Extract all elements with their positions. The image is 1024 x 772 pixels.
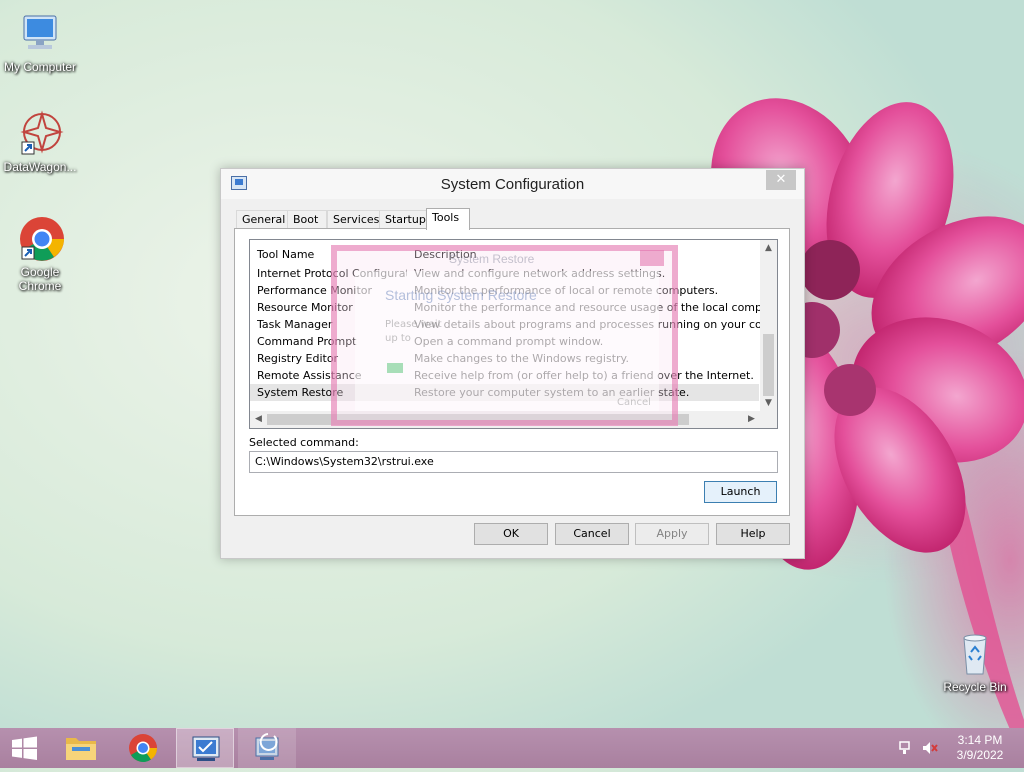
window-title: System Configuration [440,176,585,193]
tool-description: Monitor the performance and resource usa… [414,301,778,314]
tool-description: View details about programs and processe… [414,318,778,331]
list-item-selected[interactable]: System Restore Restore your computer sys… [250,384,759,401]
tool-name: Performance Monitor [257,284,373,297]
tool-name: Resource Monitor [257,301,353,314]
network-icon[interactable] [898,740,914,756]
clock[interactable]: 3:14 PM 3/9/2022 [950,733,1010,763]
horizontal-scroll-thumb[interactable] [267,414,689,425]
tool-description: Open a command prompt window. [414,335,604,348]
chrome-icon [16,215,64,263]
list-item[interactable]: Internet Protocol Configurat... View and… [250,265,759,282]
column-header-description[interactable]: Description [414,248,477,261]
taskbar: 3:14 PM 3/9/2022 [0,728,1024,768]
desktop-icon-datawagon[interactable]: DataWagon... [0,110,80,174]
cancel-button[interactable]: Cancel [555,523,629,545]
launch-button[interactable]: Launch [704,481,777,503]
recycle-bin-icon [951,630,999,678]
tab-general[interactable]: General [236,210,292,229]
scroll-left-icon[interactable]: ◀ [250,411,267,428]
windows-logo-icon [12,736,37,760]
taskbar-chrome[interactable] [114,728,172,768]
clock-time: 3:14 PM [957,733,1003,747]
desktop-icon-google-chrome[interactable]: Google Chrome [0,215,80,293]
chrome-icon [129,734,157,762]
vertical-scroll-thumb[interactable] [763,334,774,396]
clock-date: 3/9/2022 [956,748,1004,762]
close-button[interactable]: ✕ [766,170,796,190]
tool-description: View and configure network address setti… [414,267,666,280]
scroll-down-icon[interactable]: ▼ [760,395,777,412]
start-button[interactable] [0,728,50,768]
list-item[interactable]: Performance Monitor Monitor the performa… [250,282,759,299]
help-button[interactable]: Help [716,523,790,545]
tool-name: Command Prompt [257,335,357,348]
tool-name: Task Manager [257,318,333,331]
apply-button[interactable]: Apply [635,523,709,545]
system-configuration-window: System Configuration ✕ General Boot Serv… [220,168,805,559]
title-bar[interactable]: System Configuration ✕ [221,169,804,199]
desktop-icon-label: My Computer [3,60,77,74]
system-restore-icon [255,733,279,760]
datawagon-icon [16,110,64,158]
scroll-up-icon[interactable]: ▲ [760,240,777,257]
tool-description: Restore your computer system to an earli… [414,386,690,399]
list-item[interactable]: Task Manager View details about programs… [250,316,777,333]
list-item[interactable]: Remote Assistance Receive help from (or … [250,367,759,384]
desktop-icon-label: Recycle Bin [943,680,1007,694]
taskbar-file-explorer[interactable] [52,728,110,768]
tools-panel: Tool Name Description Internet Protocol … [234,228,790,516]
vertical-scrollbar[interactable]: ▲ ▼ [760,240,777,413]
tab-boot[interactable]: Boot [287,210,327,229]
tool-description: Monitor the performance of local or remo… [414,284,719,297]
msconfig-icon [192,736,220,761]
column-header-tool-name[interactable]: Tool Name [257,248,314,261]
selected-command-field[interactable]: C:\Windows\System32\rstrui.exe [249,451,778,473]
list-item[interactable]: Command Prompt Open a command prompt win… [250,333,759,350]
desktop-icon-label: DataWagon... [3,160,77,174]
tool-name: Registry Editor [257,352,339,365]
scroll-right-icon[interactable]: ▶ [743,411,760,428]
tool-name: Remote Assistance [257,369,362,382]
tool-description: Receive help from (or offer help to) a f… [414,369,754,382]
tab-startup[interactable]: Startup [379,210,432,229]
desktop-icon-recycle-bin[interactable]: Recycle Bin [935,630,1015,694]
tool-description: Make changes to the Windows registry. [414,352,629,365]
horizontal-scrollbar[interactable]: ◀ ▶ [250,411,777,428]
tool-name: System Restore [257,386,344,399]
desktop-icon-my-computer[interactable]: My Computer [0,10,80,74]
tab-tools[interactable]: Tools [426,208,470,230]
folder-icon [66,738,96,760]
tab-services[interactable]: Services [327,210,386,229]
computer-icon [16,10,64,58]
tool-name: Internet Protocol Configurat... [257,267,407,280]
desktop-icon-label: Google Chrome [18,265,62,293]
selected-command-label: Selected command: [249,436,359,449]
tools-list[interactable]: Tool Name Description Internet Protocol … [249,239,778,429]
taskbar-system-restore[interactable] [238,728,296,768]
list-item[interactable]: Registry Editor Make changes to the Wind… [250,350,759,367]
volume-muted-icon[interactable] [921,740,939,756]
list-item[interactable]: Resource Monitor Monitor the performance… [250,299,777,316]
taskbar-system-configuration[interactable] [176,728,234,768]
ok-button[interactable]: OK [474,523,548,545]
